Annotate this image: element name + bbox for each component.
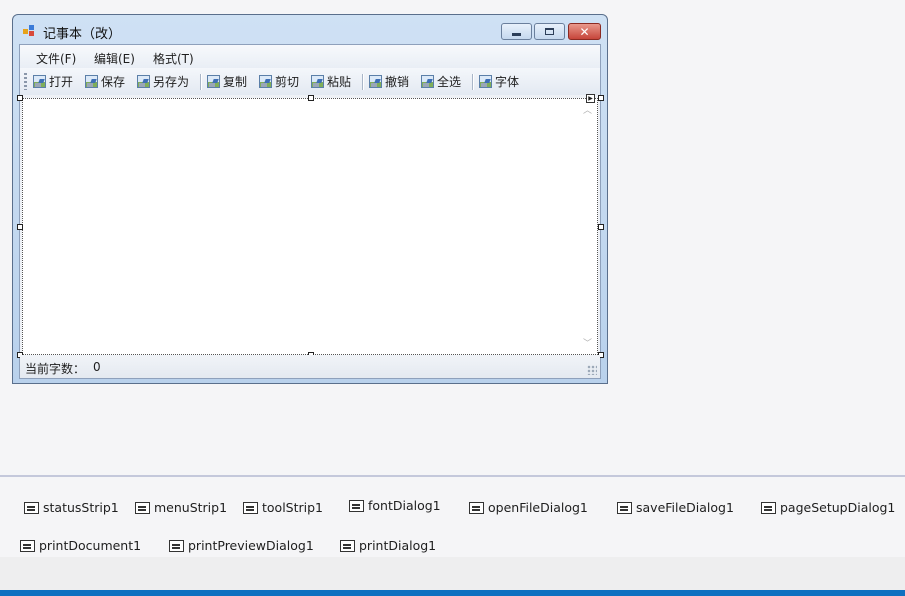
save-as-button[interactable]: 另存为 [137, 73, 189, 90]
save-file-dialog-icon [617, 501, 632, 514]
resize-handle[interactable] [598, 224, 604, 230]
resize-handle[interactable] [17, 95, 23, 101]
picture-icon [137, 75, 150, 88]
tray-tool-strip[interactable]: toolStrip1 [243, 500, 323, 515]
tray-print-dialog[interactable]: printDialog1 [340, 538, 436, 553]
tray-item-label: fontDialog1 [368, 498, 441, 513]
toolbar-separator [472, 74, 473, 90]
scroll-down-icon[interactable]: ﹀ [583, 336, 592, 349]
picture-icon [85, 75, 98, 88]
tray-item-label: menuStrip1 [154, 500, 228, 515]
status-bar-strip [0, 590, 905, 596]
tray-item-label: saveFileDialog1 [636, 500, 734, 515]
word-count-value: 0 [93, 360, 101, 374]
picture-icon [259, 75, 272, 88]
font-dialog-icon [349, 499, 364, 512]
form-window[interactable]: 记事本（改） ✕ 文件(F) 编辑(E) 格式(T) 打开 保存 另存为 复制 … [12, 14, 608, 384]
status-strip[interactable]: 当前字数： 0 [20, 355, 600, 378]
cut-button[interactable]: 剪切 [259, 73, 299, 90]
resize-handle[interactable] [17, 224, 23, 230]
tray-print-preview-dialog[interactable]: printPreviewDialog1 [169, 538, 314, 553]
tray-item-label: printPreviewDialog1 [188, 538, 314, 553]
open-button[interactable]: 打开 [33, 73, 73, 90]
tray-item-label: pageSetupDialog1 [780, 500, 896, 515]
menu-format[interactable]: 格式(T) [153, 50, 194, 67]
title-bar[interactable]: 记事本（改） ✕ [13, 15, 607, 45]
size-grip-icon[interactable] [587, 365, 597, 375]
open-file-dialog-icon [469, 501, 484, 514]
select-all-button[interactable]: 全选 [421, 73, 461, 90]
undo-label: 撤销 [385, 75, 410, 89]
tray-item-label: toolStrip1 [262, 500, 324, 515]
menu-file[interactable]: 文件(F) [36, 50, 76, 67]
toolbar-separator [200, 74, 201, 90]
picture-icon [33, 75, 46, 88]
toolbar-separator [362, 74, 363, 90]
tray-item-label: openFileDialog1 [488, 500, 588, 515]
tool-strip-icon [243, 501, 258, 514]
tray-item-label: statusStrip1 [43, 500, 119, 515]
form-client-area: 文件(F) 编辑(E) 格式(T) 打开 保存 另存为 复制 剪切 粘贴 撤销 … [17, 44, 604, 379]
print-preview-icon [169, 539, 184, 552]
status-strip-icon [24, 501, 39, 514]
cut-label: 剪切 [275, 75, 300, 89]
resize-handle[interactable] [598, 95, 604, 101]
printer-icon [20, 539, 35, 552]
copy-button[interactable]: 复制 [207, 73, 247, 90]
word-count-label: 当前字数： [25, 362, 86, 376]
minimize-button[interactable] [501, 23, 532, 40]
vertical-scrollbar[interactable]: ︿ ﹀ [581, 101, 595, 351]
menu-edit[interactable]: 编辑(E) [94, 50, 135, 67]
close-button[interactable]: ✕ [568, 23, 601, 40]
font-button[interactable]: 字体 [479, 73, 519, 90]
tray-font-dialog[interactable]: fontDialog1 [349, 498, 441, 513]
tray-item-label: printDialog1 [359, 538, 437, 553]
component-tray: statusStrip1 menuStrip1 toolStrip1 fontD… [0, 477, 905, 557]
scroll-up-icon[interactable]: ︿ [583, 103, 592, 116]
paste-label: 粘贴 [327, 75, 352, 89]
tool-strip[interactable]: 打开 保存 另存为 复制 剪切 粘贴 撤销 全选 字体 [20, 68, 600, 95]
app-icon [23, 25, 35, 37]
copy-label: 复制 [223, 75, 248, 89]
tray-save-file-dialog[interactable]: saveFileDialog1 [617, 500, 734, 515]
tray-item-label: printDocument1 [39, 538, 142, 553]
maximize-button[interactable] [534, 23, 565, 40]
tray-menu-strip[interactable]: menuStrip1 [135, 500, 227, 515]
text-editor[interactable]: ︿ ﹀ ▶ [22, 94, 598, 355]
resize-handle[interactable] [308, 95, 314, 101]
menu-strip-icon [135, 501, 150, 514]
maximize-icon [545, 28, 554, 35]
picture-icon [421, 75, 434, 88]
save-label: 保存 [101, 75, 126, 89]
minimize-icon [512, 32, 521, 36]
save-as-label: 另存为 [153, 75, 190, 89]
printer-icon [340, 539, 355, 552]
open-label: 打开 [49, 75, 74, 89]
save-button[interactable]: 保存 [85, 73, 125, 90]
picture-icon [369, 75, 382, 88]
toolbar-grip[interactable] [24, 73, 27, 90]
picture-icon [207, 75, 220, 88]
paste-button[interactable]: 粘贴 [311, 73, 351, 90]
close-icon: ✕ [579, 24, 590, 39]
tray-status-strip[interactable]: statusStrip1 [24, 500, 119, 515]
font-label: 字体 [495, 75, 520, 89]
tray-page-setup-dialog[interactable]: pageSetupDialog1 [761, 500, 895, 515]
menu-strip[interactable]: 文件(F) 编辑(E) 格式(T) [20, 45, 600, 68]
select-all-label: 全选 [437, 75, 462, 89]
page-setup-dialog-icon [761, 501, 776, 514]
picture-icon [311, 75, 324, 88]
undo-button[interactable]: 撤销 [369, 73, 409, 90]
window-title: 记事本（改） [43, 27, 122, 42]
tray-print-document[interactable]: printDocument1 [20, 538, 141, 553]
tray-open-file-dialog[interactable]: openFileDialog1 [469, 500, 588, 515]
smart-tag-icon[interactable]: ▶ [586, 94, 595, 103]
bottom-panel [0, 557, 905, 590]
picture-icon [479, 75, 492, 88]
